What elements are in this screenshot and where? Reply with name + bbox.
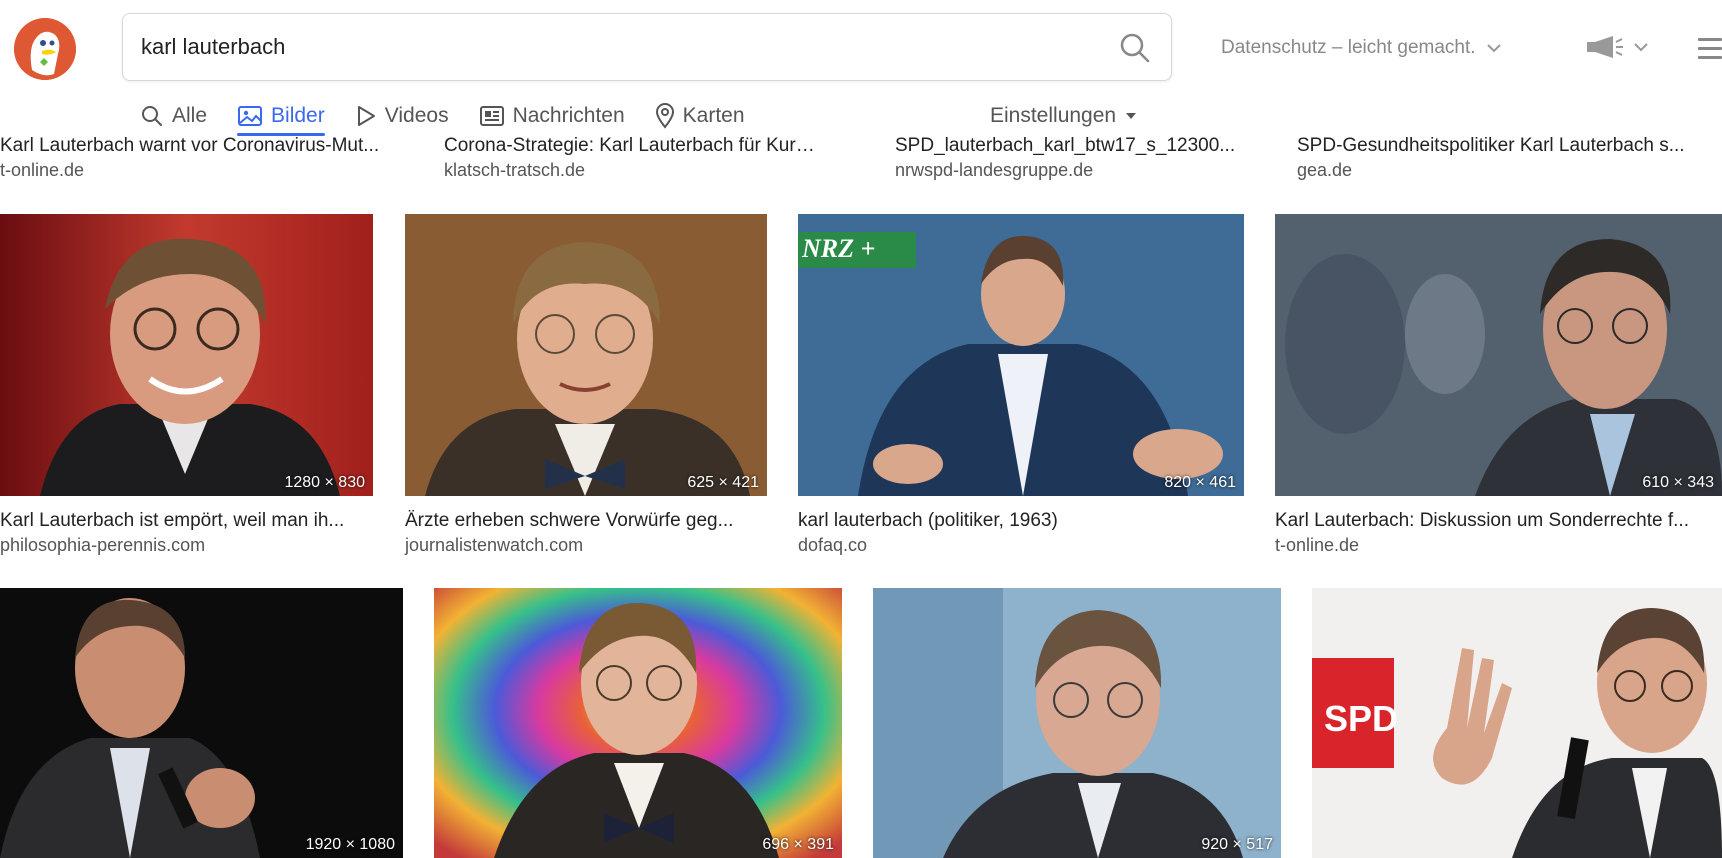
settings-dropdown[interactable]: Einstellungen bbox=[990, 104, 1137, 128]
play-icon bbox=[357, 106, 375, 126]
result-meta[interactable]: Ärzte erheben schwere Vorwürfe geg... jo… bbox=[405, 510, 785, 556]
tab-videos[interactable]: Videos bbox=[355, 100, 449, 132]
result-meta[interactable]: Corona-Strategie: Karl Lauterbach für Ku… bbox=[444, 135, 824, 181]
image-dimensions: 920 × 517 bbox=[1201, 836, 1273, 853]
image-thumbnail[interactable]: 1920 × 1080 bbox=[0, 588, 403, 858]
spd-logo: SPD bbox=[1324, 698, 1399, 739]
search-icon bbox=[1120, 33, 1150, 63]
result-meta[interactable]: Karl Lauterbach ist empört, weil man ih.… bbox=[0, 510, 380, 556]
duck-icon bbox=[14, 18, 76, 80]
menu-bar bbox=[1698, 38, 1722, 41]
result-domain[interactable]: dofaq.co bbox=[798, 535, 1178, 556]
megaphone-dropdown[interactable] bbox=[1585, 34, 1649, 60]
map-pin-icon bbox=[655, 103, 674, 129]
result-domain[interactable]: nrwspd-landesgruppe.de bbox=[895, 160, 1275, 181]
tab-nachrichten[interactable]: Nachrichten bbox=[479, 100, 625, 132]
result-title[interactable]: SPD-Gesundheitspolitiker Karl Lauterbach… bbox=[1297, 135, 1717, 157]
result-title[interactable]: SPD_lauterbach_karl_btw17_s_12300... bbox=[895, 135, 1275, 157]
portrait-photo bbox=[0, 214, 373, 496]
result-meta[interactable]: karl lauterbach (politiker, 1963) dofaq.… bbox=[798, 510, 1178, 556]
psychedelic-portrait-photo bbox=[434, 588, 842, 858]
result-domain[interactable]: philosophia-perennis.com bbox=[0, 535, 380, 556]
image-icon bbox=[238, 106, 263, 126]
result-domain[interactable]: journalistenwatch.com bbox=[405, 535, 785, 556]
menu-bar bbox=[1698, 47, 1722, 50]
image-thumbnail[interactable]: NRZ + 820 × 461 bbox=[798, 214, 1244, 496]
image-thumbnail[interactable]: 1280 × 830 bbox=[0, 214, 373, 496]
image-thumbnail[interactable]: 610 × 343 bbox=[1275, 214, 1722, 496]
search-input[interactable]: karl lauterbach bbox=[141, 34, 285, 60]
nrz-logo: NRZ + bbox=[802, 234, 876, 263]
image-dimensions: 625 × 421 bbox=[687, 474, 759, 491]
search-icon bbox=[142, 106, 162, 126]
result-title[interactable]: Karl Lauterbach: Diskussion um Sonderrec… bbox=[1275, 510, 1722, 532]
portrait-photo bbox=[405, 214, 767, 496]
portrait-photo bbox=[1275, 214, 1722, 496]
tab-label: Alle bbox=[172, 104, 208, 127]
result-title[interactable]: Karl Lauterbach ist empört, weil man ih.… bbox=[0, 510, 380, 532]
chevron-down-icon bbox=[1486, 44, 1501, 53]
header: karl lauterbach Datenschutz – leicht gem… bbox=[0, 0, 1722, 136]
result-meta[interactable]: Karl Lauterbach warnt vor Coronavirus-Mu… bbox=[0, 135, 380, 181]
tab-label: Bilder bbox=[271, 104, 325, 127]
tab-label: Nachrichten bbox=[512, 104, 625, 127]
settings-label: Einstellungen bbox=[990, 104, 1117, 127]
result-meta[interactable]: SPD-Gesundheitspolitiker Karl Lauterbach… bbox=[1297, 135, 1717, 181]
result-title[interactable]: Ärzte erheben schwere Vorwürfe geg... bbox=[405, 510, 785, 532]
search-tabs: Alle Bilder Videos Nachrichten Karten bbox=[140, 100, 775, 136]
search-button[interactable] bbox=[1117, 30, 1153, 66]
chevron-down-icon bbox=[1634, 43, 1648, 52]
image-dimensions: 1280 × 830 bbox=[284, 474, 365, 491]
tab-karten[interactable]: Karten bbox=[655, 100, 745, 132]
tab-label: Karten bbox=[682, 104, 745, 127]
duckduckgo-logo[interactable] bbox=[14, 18, 76, 80]
caret-down-icon bbox=[1126, 113, 1137, 119]
portrait-photo bbox=[873, 588, 1281, 858]
result-meta[interactable]: Karl Lauterbach: Diskussion um Sonderrec… bbox=[1275, 510, 1722, 556]
image-dimensions: 610 × 343 bbox=[1642, 474, 1714, 491]
tab-label: Videos bbox=[384, 104, 449, 127]
megaphone-icon bbox=[1587, 36, 1623, 58]
image-thumbnail[interactable]: 696 × 391 bbox=[434, 588, 842, 858]
search-bar[interactable]: karl lauterbach bbox=[122, 13, 1172, 81]
newspaper-icon bbox=[479, 106, 504, 126]
portrait-photo bbox=[0, 588, 403, 858]
result-title[interactable]: karl lauterbach (politiker, 1963) bbox=[798, 510, 1178, 532]
result-domain[interactable]: t-online.de bbox=[0, 160, 380, 181]
image-thumbnail[interactable]: SPD bbox=[1312, 588, 1722, 858]
result-domain[interactable]: gea.de bbox=[1297, 160, 1717, 181]
privacy-dropdown[interactable]: Datenschutz – leicht gemacht. bbox=[1221, 37, 1502, 59]
result-title[interactable]: Karl Lauterbach warnt vor Coronavirus-Mu… bbox=[0, 135, 380, 157]
tab-alle[interactable]: Alle bbox=[140, 100, 207, 132]
image-dimensions: 820 × 461 bbox=[1164, 474, 1236, 491]
image-dimensions: 696 × 391 bbox=[762, 836, 834, 853]
tab-bilder[interactable]: Bilder bbox=[237, 100, 325, 136]
menu-button[interactable] bbox=[1698, 38, 1722, 60]
result-title[interactable]: Corona-Strategie: Karl Lauterbach für Ku… bbox=[444, 135, 824, 157]
image-thumbnail[interactable]: 920 × 517 bbox=[873, 588, 1281, 858]
image-thumbnail[interactable]: 625 × 421 bbox=[405, 214, 767, 496]
privacy-label: Datenschutz – leicht gemacht. bbox=[1221, 37, 1476, 58]
result-domain[interactable]: t-online.de bbox=[1275, 535, 1722, 556]
menu-bar bbox=[1698, 56, 1722, 59]
result-meta[interactable]: SPD_lauterbach_karl_btw17_s_12300... nrw… bbox=[895, 135, 1275, 181]
image-dimensions: 1920 × 1080 bbox=[305, 836, 395, 853]
result-domain[interactable]: klatsch-tratsch.de bbox=[444, 160, 824, 181]
